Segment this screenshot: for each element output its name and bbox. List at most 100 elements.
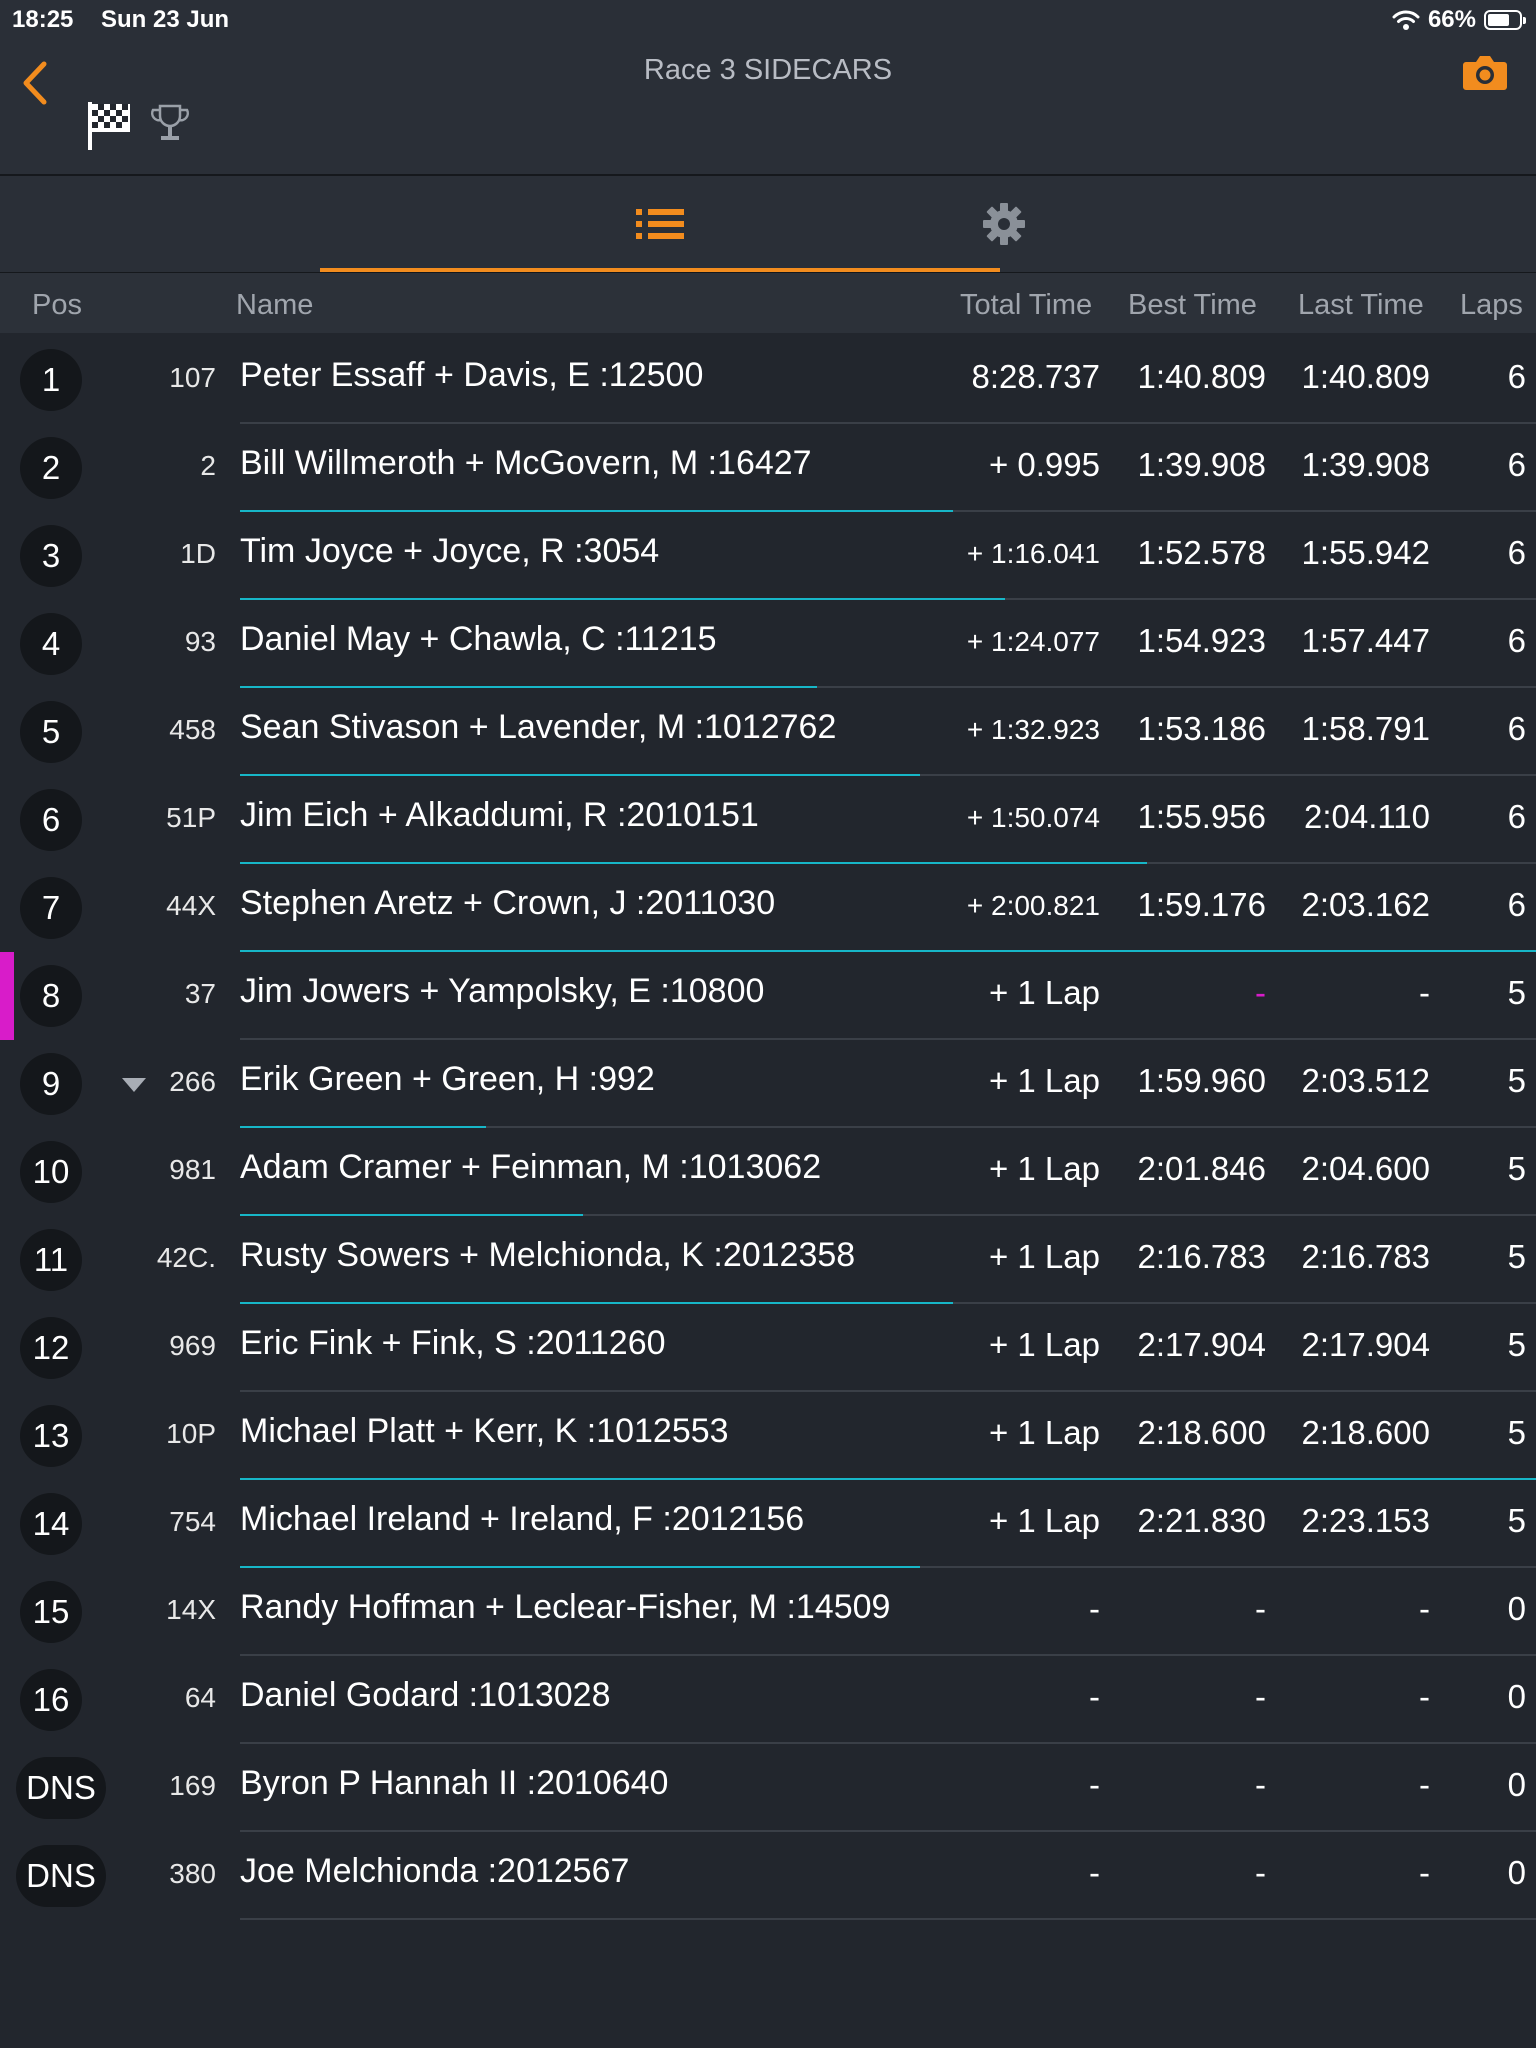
best-time: 1:52.578 [1137,534,1266,571]
table-row[interactable]: 4 93 Daniel May + Chawla, C :11215 + 1:24.0… [0,600,1536,688]
car-number: 2 [200,450,216,481]
driver-name: Sean Stivason + Lavender, M :1012762 [240,708,837,746]
table-row[interactable]: 15 14X Randy Hoffman + Leclear-Fisher, M :… [0,1568,1536,1656]
wifi-icon [1392,10,1420,30]
table-row[interactable]: 8 37 Jim Jowers + Yampolsky, E :10800 + 1 L… [0,952,1536,1040]
position-badge: 16 [20,1669,82,1731]
best-time: - [1255,974,1266,1011]
table-row[interactable]: 5 458 Sean Stivason + Lavender, M :1012762… [0,688,1536,776]
position-badge: 7 [20,877,82,939]
best-time: - [1255,1678,1266,1715]
best-time: 2:21.830 [1137,1502,1266,1539]
driver-name: Erik Green + Green, H :992 [240,1060,655,1098]
position-badge: 12 [20,1317,82,1379]
laps-count: 6 [1507,798,1526,835]
driver-name: Stephen Aretz + Crown, J :2011030 [240,884,776,922]
laps-count: 0 [1507,1766,1526,1803]
best-time: 1:40.809 [1137,358,1266,395]
status-right: 66% [1392,6,1526,34]
header-pos[interactable]: Pos [32,289,82,322]
last-time: 2:23.153 [1301,1502,1430,1539]
best-time: 1:53.186 [1137,710,1266,747]
position-badge: 15 [20,1581,82,1643]
last-time: - [1419,1766,1430,1803]
last-time: 2:04.600 [1301,1150,1430,1187]
tab-settings[interactable] [964,176,1044,272]
table-row[interactable]: 7 44X Stephen Aretz + Crown, J :2011030 + 2… [0,864,1536,952]
table-row[interactable]: 9 266 Erik Green + Green, H :992 + 1 Lap 1:5… [0,1040,1536,1128]
total-time: - [1089,1678,1100,1715]
list-icon [636,209,684,239]
laps-count: 0 [1507,1854,1526,1891]
total-time: + 2:00.821 [966,890,1100,921]
best-time: - [1255,1854,1266,1891]
best-time: - [1255,1590,1266,1627]
total-time: + 1 Lap [988,974,1100,1011]
position-badge: 14 [20,1493,82,1555]
total-time: + 1:24.077 [966,626,1100,657]
car-number: 107 [169,362,216,393]
driver-name: Joe Melchionda :2012567 [240,1852,630,1890]
car-number: 44X [166,890,216,921]
best-time: 1:59.960 [1137,1062,1266,1099]
table-row[interactable]: 11 42C. Rusty Sowers + Melchionda, K :2012… [0,1216,1536,1304]
best-time: 1:39.908 [1137,446,1266,483]
status-date: Sun 23 Jun [101,6,230,33]
total-time: + 1 Lap [988,1502,1100,1539]
row-highlight-marker [0,952,14,1040]
last-time: 2:03.512 [1301,1062,1430,1099]
header-laps[interactable]: Laps [1460,289,1523,322]
laps-count: 5 [1507,1238,1526,1275]
header-total-time[interactable]: Total Time [960,289,1092,322]
laps-count: 5 [1507,974,1526,1011]
checkered-flag-icon[interactable] [86,100,132,152]
laps-count: 6 [1507,446,1526,483]
table-row[interactable]: 13 10P Michael Platt + Kerr, K :1012553 + 1… [0,1392,1536,1480]
driver-name: Tim Joyce + Joyce, R :3054 [240,532,660,570]
tab-list[interactable] [320,176,1000,272]
position-badge: 4 [20,613,82,675]
total-time: + 1:32.923 [966,714,1100,745]
table-row[interactable]: 10 981 Adam Cramer + Feinman, M :1013062 + … [0,1128,1536,1216]
best-time: 2:01.846 [1137,1150,1266,1187]
driver-name: Daniel May + Chawla, C :11215 [240,620,717,658]
battery-percent: 66% [1427,6,1476,33]
total-time: - [1089,1766,1100,1803]
driver-name: Byron P Hannah II :2010640 [240,1764,669,1802]
table-row[interactable]: 6 51P Jim Eich + Alkaddumi, R :2010151 + 1:… [0,776,1536,864]
last-time: 1:58.791 [1301,710,1430,747]
header-name[interactable]: Name [236,289,313,322]
position-badge: DNS [16,1757,106,1819]
driver-name: Bill Willmeroth + McGovern, M :16427 [240,444,812,482]
total-time: + 1 Lap [988,1062,1100,1099]
laps-count: 6 [1507,358,1526,395]
table-row[interactable]: 12 969 Eric Fink + Fink, S :2011260 + 1 Lap… [0,1304,1536,1392]
last-time: - [1419,1678,1430,1715]
driver-name: Jim Jowers + Yampolsky, E :10800 [240,972,765,1010]
laps-count: 6 [1507,622,1526,659]
laps-count: 5 [1507,1062,1526,1099]
table-row[interactable]: DNS 380 Joe Melchionda :2012567 - - - 0 [0,1832,1536,1920]
last-time: 1:40.809 [1301,358,1430,395]
laps-count: 5 [1507,1150,1526,1187]
header-best-time[interactable]: Best Time [1128,289,1257,322]
table-row[interactable]: 3 1D Tim Joyce + Joyce, R :3054 + 1:16.041 1… [0,512,1536,600]
driver-name: Adam Cramer + Feinman, M :1013062 [240,1148,822,1186]
page-title: Race 3 SIDECARS [643,54,893,86]
table-row[interactable]: DNS 169 Byron P Hannah II :2010640 - - - 0 [0,1744,1536,1832]
car-number: 969 [169,1330,216,1361]
gear-icon [983,203,1025,245]
table-row[interactable]: 14 754 Michael Ireland + Ireland, F :20121… [0,1480,1536,1568]
last-time: 1:39.908 [1301,446,1430,483]
driver-name: Eric Fink + Fink, S :2011260 [240,1324,666,1362]
position-badge: 10 [20,1141,82,1203]
laps-count: 6 [1507,710,1526,747]
header-last-time[interactable]: Last Time [1298,289,1424,322]
laps-count: 0 [1507,1678,1526,1715]
table-row[interactable]: 1 107 Peter Essaff + Davis, E :12500 8:28.7… [0,336,1536,424]
best-time: 1:54.923 [1137,622,1266,659]
camera-icon[interactable] [1462,52,1508,92]
trophy-icon[interactable] [148,102,192,146]
table-row[interactable]: 16 64 Daniel Godard :1013028 - - - 0 [0,1656,1536,1744]
table-row[interactable]: 2 2 Bill Willmeroth + McGovern, M :16427 + … [0,424,1536,512]
